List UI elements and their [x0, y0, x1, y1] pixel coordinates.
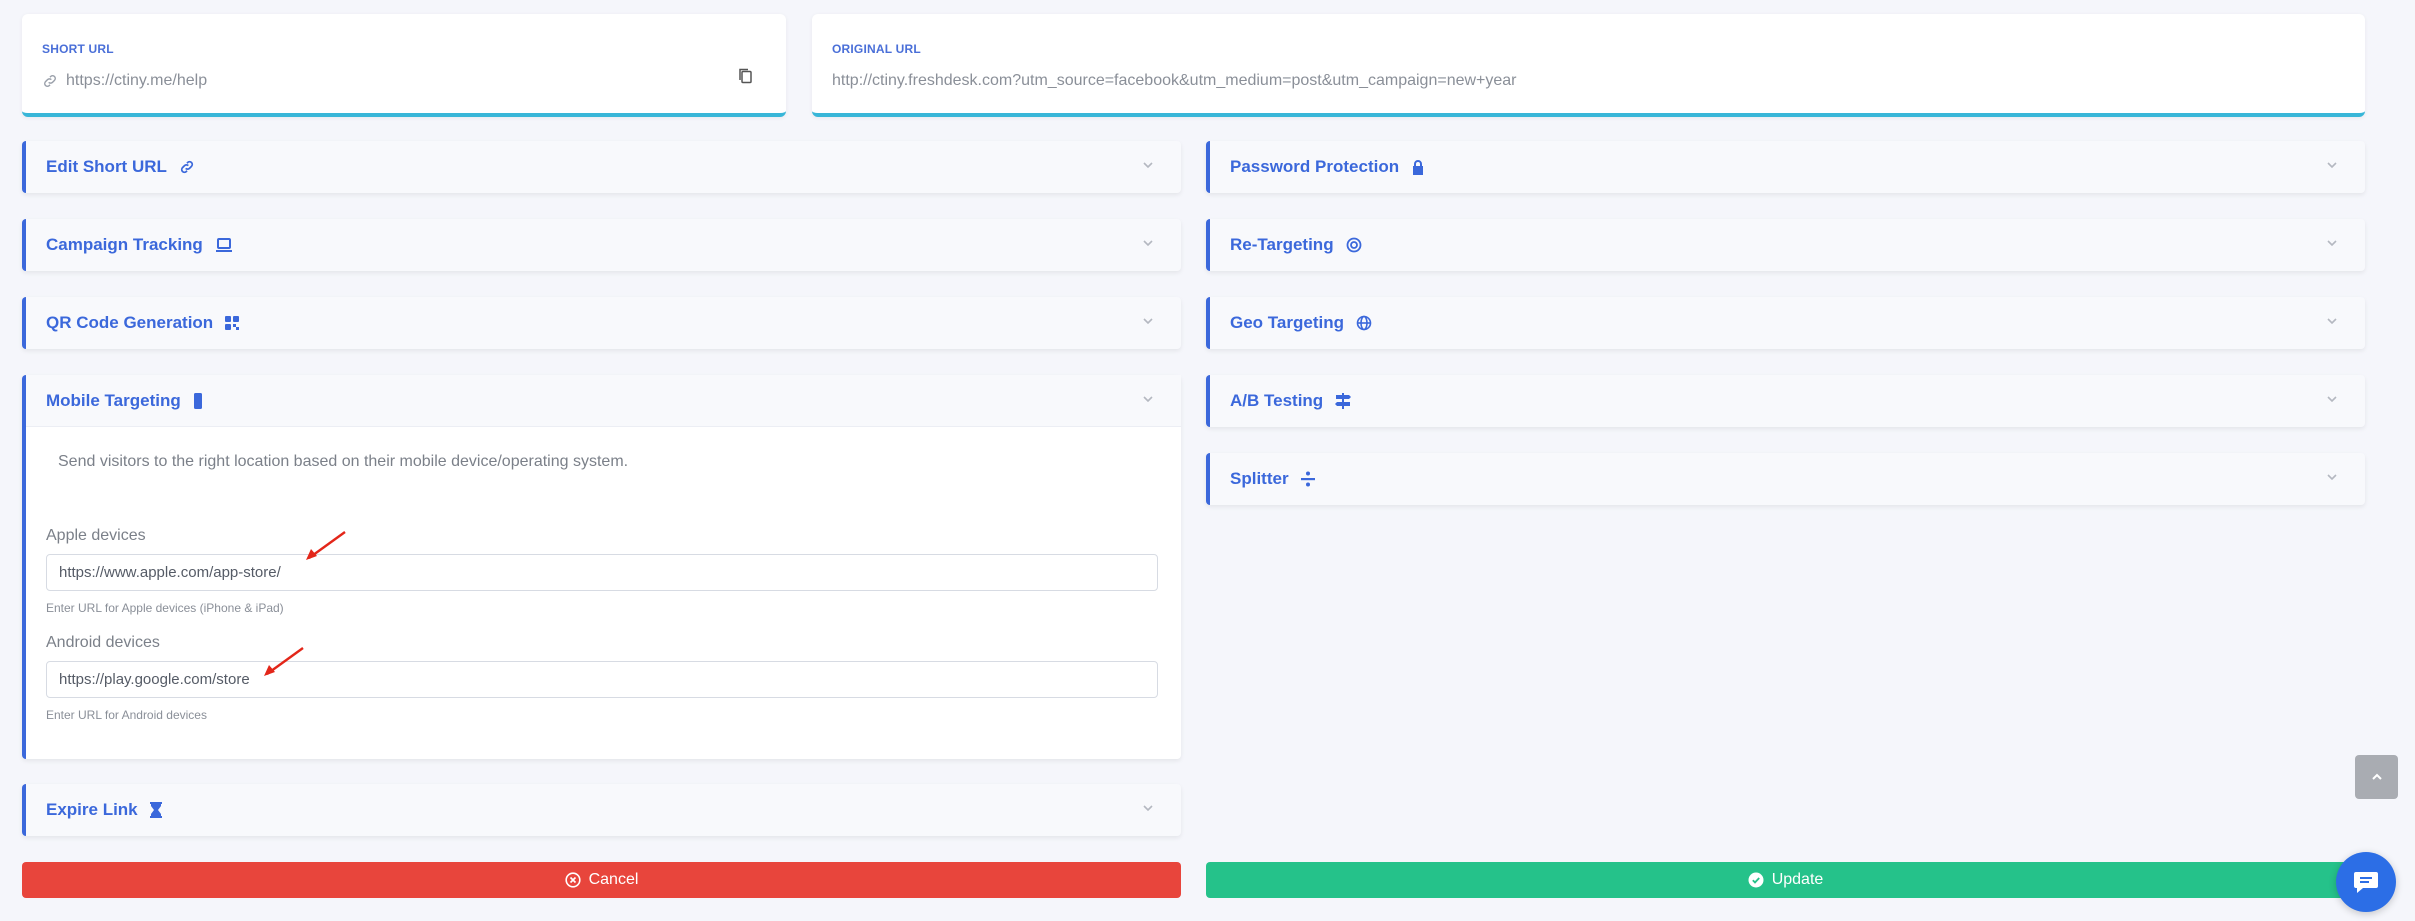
mobile-icon [193, 392, 202, 409]
panel-title: Password Protection [1230, 157, 1400, 176]
panel-title: Expire Link [46, 800, 138, 819]
apple-devices-label: Apple devices [46, 527, 146, 544]
annotation-arrow-icon [264, 647, 304, 676]
globe-icon [1356, 315, 1372, 331]
panel-title: A/B Testing [1230, 391, 1324, 410]
update-button[interactable]: Update [1206, 862, 2365, 898]
apple-devices-input[interactable] [46, 554, 1158, 591]
panel-header[interactable]: Campaign Tracking [26, 219, 1181, 271]
chat-icon [2354, 872, 2378, 893]
check-circle-icon [1748, 872, 1764, 888]
panel-title: Re-Targeting [1230, 235, 1334, 254]
chevron-down-icon [1143, 396, 1153, 403]
panel-header[interactable]: A/B Testing [1210, 375, 2365, 427]
target-icon [1346, 237, 1361, 253]
android-devices-input[interactable] [46, 661, 1158, 698]
copy-icon [739, 68, 752, 84]
chevron-down-icon [2327, 474, 2337, 481]
panel-title: Geo Targeting [1230, 313, 1344, 332]
original-url-text: http://ctiny.freshdesk.com?utm_source=fa… [832, 72, 1517, 89]
panel-header[interactable]: QR Code Generation [26, 297, 1181, 349]
qr-code-icon [225, 316, 240, 330]
chevron-down-icon [1143, 805, 1153, 812]
panel-title: QR Code Generation [46, 313, 214, 332]
hourglass-icon [149, 802, 162, 818]
chevron-down-icon [2327, 396, 2337, 403]
panel-header[interactable]: Splitter [1210, 453, 2365, 505]
chat-widget-button[interactable] [2336, 852, 2396, 912]
chevron-down-icon [1143, 318, 1153, 325]
apple-devices-hint: Enter URL for Apple devices (iPhone & iP… [46, 601, 284, 615]
panel-body: Send visitors to the right location base… [26, 427, 1181, 722]
android-devices-label: Android devices [46, 634, 160, 651]
panel-header[interactable]: Password Protection [1210, 141, 2365, 193]
android-devices-hint: Enter URL for Android devices [46, 708, 207, 722]
short-url-card: SHORT URL https://ctiny.me/help [22, 14, 786, 117]
lock-icon [1413, 160, 1424, 175]
chevron-up-icon [2371, 773, 2382, 780]
copy-button[interactable] [734, 64, 756, 88]
panel-password-protection[interactable]: Password Protection [1206, 141, 2365, 193]
annotation-arrow-icon [306, 531, 346, 560]
panel-mobile-targeting: Mobile Targeting Send visitors to the ri… [22, 375, 1181, 759]
panel-header[interactable]: Expire Link [26, 784, 1181, 836]
cancel-circle-icon [564, 872, 581, 888]
short-url-label: SHORT URL [42, 42, 114, 56]
divide-icon [1300, 471, 1315, 487]
original-url-label: ORIGINAL URL [832, 42, 921, 56]
panel-header[interactable]: Edit Short URL [26, 141, 1181, 193]
panel-title: Mobile Targeting [46, 390, 181, 410]
short-url-text[interactable]: https://ctiny.me/help [66, 72, 207, 90]
panel-qr-code-generation[interactable]: QR Code Generation [22, 297, 1181, 349]
short-url-value-row: https://ctiny.me/help [42, 72, 207, 90]
panel-splitter[interactable]: Splitter [1206, 453, 2365, 505]
link-icon [44, 75, 56, 87]
mobile-targeting-description: Send visitors to the right location base… [58, 453, 629, 470]
panel-title: Splitter [1230, 469, 1289, 488]
cancel-button-label: Cancel [588, 871, 639, 888]
original-url-card: ORIGINAL URL http://ctiny.freshdesk.com?… [812, 14, 2365, 117]
panel-re-targeting[interactable]: Re-Targeting [1206, 219, 2365, 271]
panel-expire-link[interactable]: Expire Link [22, 784, 1181, 836]
laptop-icon [215, 238, 232, 252]
panel-title: Edit Short URL [46, 157, 167, 176]
link-icon [180, 160, 193, 174]
signpost-icon [1335, 393, 1352, 409]
panel-header[interactable]: Mobile Targeting [26, 375, 1181, 427]
cancel-button[interactable]: Cancel [22, 862, 1181, 898]
scroll-to-top-button[interactable] [2355, 755, 2398, 799]
panel-header[interactable]: Geo Targeting [1210, 297, 2365, 349]
chevron-down-icon [2327, 162, 2337, 169]
panel-header[interactable]: Re-Targeting [1210, 219, 2365, 271]
update-button-label: Update [1771, 871, 1824, 888]
chevron-down-icon [1143, 240, 1153, 247]
panel-ab-testing[interactable]: A/B Testing [1206, 375, 2365, 427]
chevron-down-icon [1143, 162, 1153, 169]
panel-geo-targeting[interactable]: Geo Targeting [1206, 297, 2365, 349]
chevron-down-icon [2327, 318, 2337, 325]
panel-campaign-tracking[interactable]: Campaign Tracking [22, 219, 1181, 271]
panel-title: Campaign Tracking [46, 235, 203, 254]
panel-edit-short-url[interactable]: Edit Short URL [22, 141, 1181, 193]
chevron-down-icon [2327, 240, 2337, 247]
